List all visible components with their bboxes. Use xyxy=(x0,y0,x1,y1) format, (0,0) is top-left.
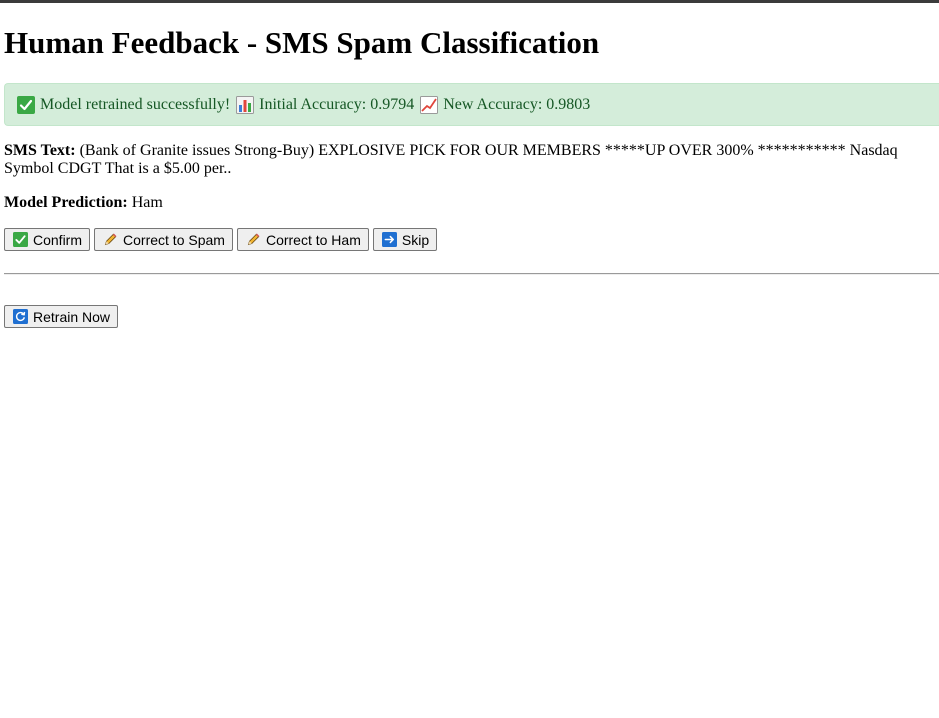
retrain-section: Retrain Now xyxy=(4,305,119,329)
retrain-now-button[interactable]: Retrain Now xyxy=(4,305,119,328)
confirm-button-label: Confirm xyxy=(33,231,83,248)
correct-to-ham-button[interactable]: Correct to Ham xyxy=(236,228,369,251)
confirm-button[interactable]: Confirm xyxy=(4,228,91,251)
initial-accuracy: Initial Accuracy: 0.9794 xyxy=(259,95,415,113)
model-prediction-label: Model Prediction: xyxy=(4,194,128,211)
alert-message: Model retrained successfully! xyxy=(40,95,231,113)
section-divider xyxy=(4,273,939,275)
sms-text-row: SMS Text: (Bank of Granite issues Strong… xyxy=(4,142,924,178)
feedback-button-row: Confirm Correct to Spam Correct to Ham S… xyxy=(4,228,438,251)
trending-up-chart-icon xyxy=(420,95,439,114)
model-prediction-row: Model Prediction: Ham xyxy=(4,194,163,212)
new-accuracy: New Accuracy: 0.9803 xyxy=(443,95,591,113)
pencil-icon xyxy=(247,233,260,246)
retrain-now-label: Retrain Now xyxy=(33,308,111,325)
skip-button-label: Skip xyxy=(401,231,430,248)
bar-chart-icon xyxy=(236,95,255,114)
skip-button[interactable]: Skip xyxy=(372,228,438,251)
correct-to-spam-button[interactable]: Correct to Spam xyxy=(94,228,233,251)
check-mark-icon xyxy=(17,95,35,114)
pencil-icon xyxy=(104,233,117,246)
window-top-border xyxy=(0,0,939,3)
success-alert: Model retrained successfully! Initial Ac… xyxy=(4,83,939,126)
check-mark-icon xyxy=(13,232,28,247)
sms-text-label: SMS Text: xyxy=(4,142,76,159)
correct-to-spam-label: Correct to Spam xyxy=(123,231,225,248)
correct-to-ham-label: Correct to Ham xyxy=(265,231,361,248)
sms-text-value: (Bank of Granite issues Strong-Buy) EXPL… xyxy=(4,142,898,177)
right-arrow-icon xyxy=(381,232,397,247)
page-title: Human Feedback - SMS Spam Classification xyxy=(4,25,600,60)
model-prediction-value: Ham xyxy=(131,194,163,211)
refresh-icon xyxy=(13,309,28,324)
